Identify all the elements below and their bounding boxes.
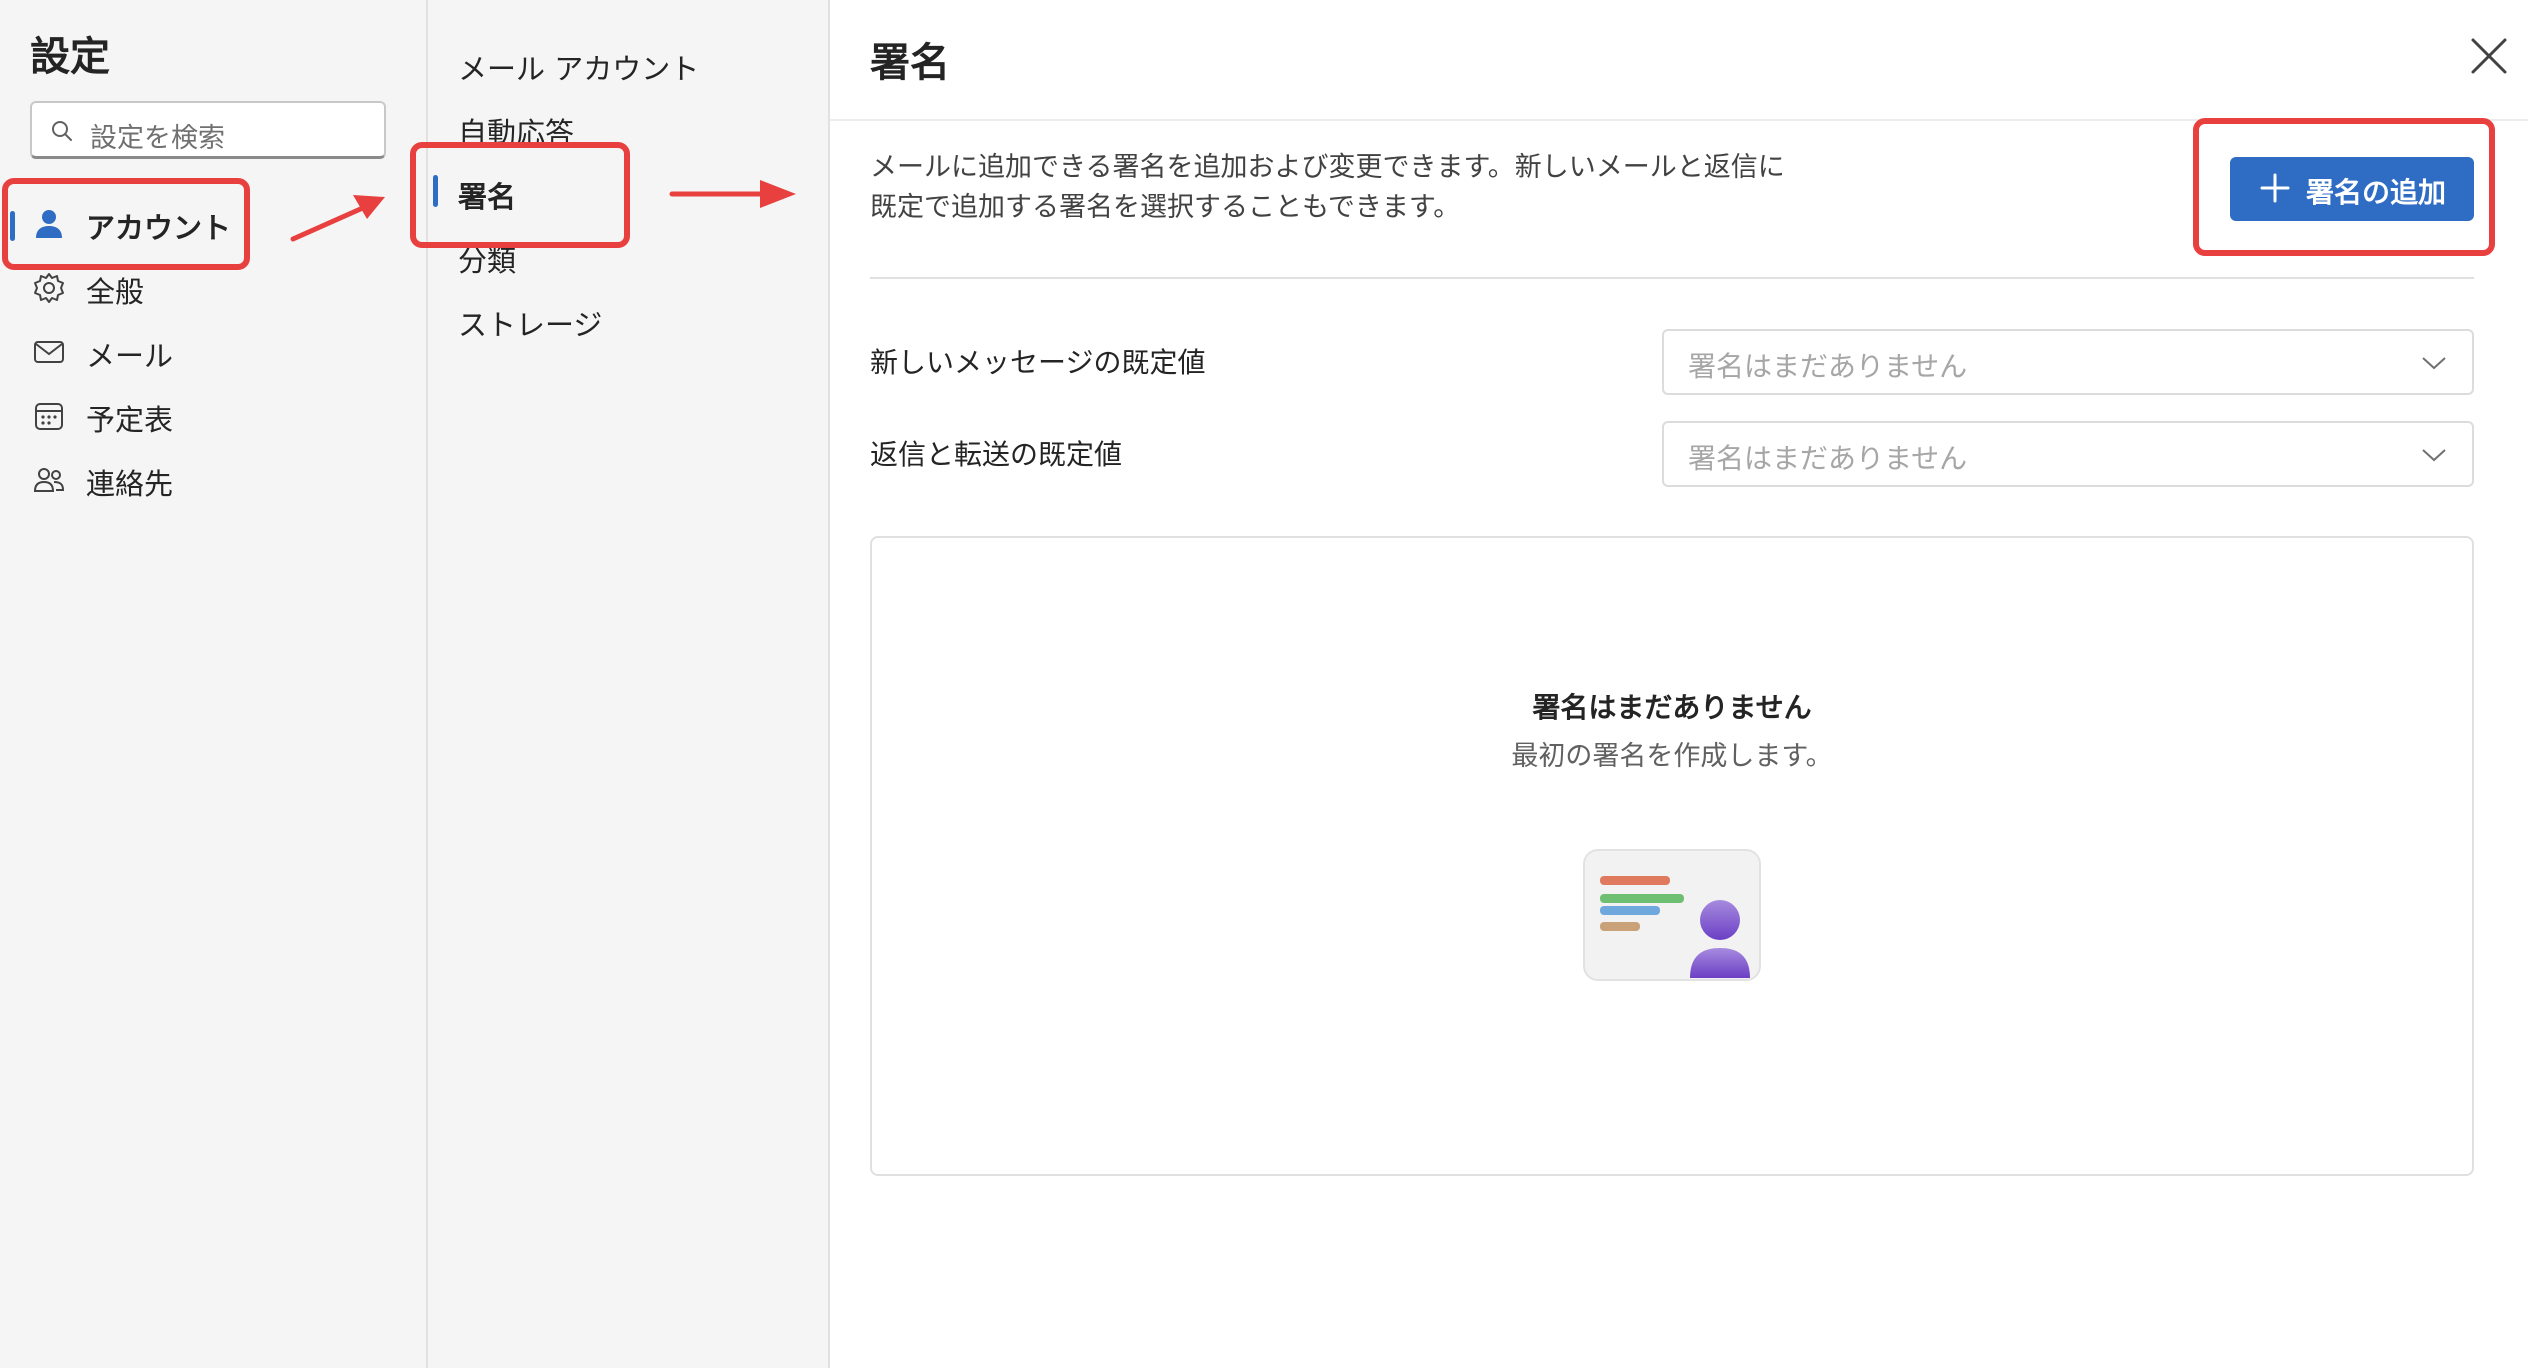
search-icon	[52, 121, 72, 141]
reply-forward-default-label: 返信と転送の既定値	[870, 438, 1123, 471]
subnav-item-storage[interactable]: ストレージ	[458, 302, 602, 344]
section-divider	[870, 277, 2474, 279]
sidebar-item-label: メール	[86, 339, 174, 373]
reply-forward-signature-select[interactable]: 署名はまだありません	[1662, 421, 2474, 487]
gear-icon	[34, 273, 64, 303]
settings-search-input[interactable]: 設定を検索	[30, 101, 386, 159]
people-icon	[33, 468, 65, 492]
arrow-annotation-2	[669, 180, 796, 208]
chevron-down-icon	[2422, 357, 2446, 370]
sidebar-item-contacts[interactable]: 連絡先	[0, 449, 426, 509]
chevron-down-icon	[2422, 449, 2446, 462]
sidebar-item-label: 予定表	[86, 403, 174, 437]
sidebar-item-label: 連絡先	[86, 467, 174, 501]
close-icon[interactable]	[2467, 34, 2511, 78]
sidebar-item-calendar[interactable]: 予定表	[0, 385, 426, 445]
page-title: 署名	[870, 40, 950, 86]
arrow-annotation-1	[290, 195, 385, 242]
sidebar-item-mail[interactable]: メール	[0, 321, 426, 381]
sidebar-item-label: 全般	[86, 275, 145, 309]
subnav-item-mail-accounts[interactable]: メール アカウント	[458, 46, 699, 88]
select-value: 署名はまだありません	[1688, 442, 1968, 475]
search-placeholder: 設定を検索	[90, 123, 225, 154]
empty-signature-card: 署名はまだありません 最初の署名を作成します。	[870, 536, 2474, 1176]
select-value: 署名はまだありません	[1688, 350, 1968, 383]
highlight-signature	[410, 142, 630, 248]
highlight-add-button	[2193, 118, 2495, 256]
mail-icon	[34, 341, 64, 363]
signature-description: メールに追加できる署名を追加および変更できます。新しいメールと返信に既定で追加す…	[870, 152, 1785, 223]
new-message-signature-select[interactable]: 署名はまだありません	[1662, 329, 2474, 395]
highlight-account	[2, 178, 250, 270]
empty-state-title: 署名はまだありません	[1532, 691, 1812, 724]
empty-state-subtitle: 最初の署名を作成します。	[1511, 741, 1833, 772]
new-message-default-label: 新しいメッセージの既定値	[870, 346, 1206, 379]
calendar-icon	[35, 403, 63, 430]
settings-title: 設定	[30, 34, 110, 80]
signature-card-illustration	[1583, 849, 1761, 981]
